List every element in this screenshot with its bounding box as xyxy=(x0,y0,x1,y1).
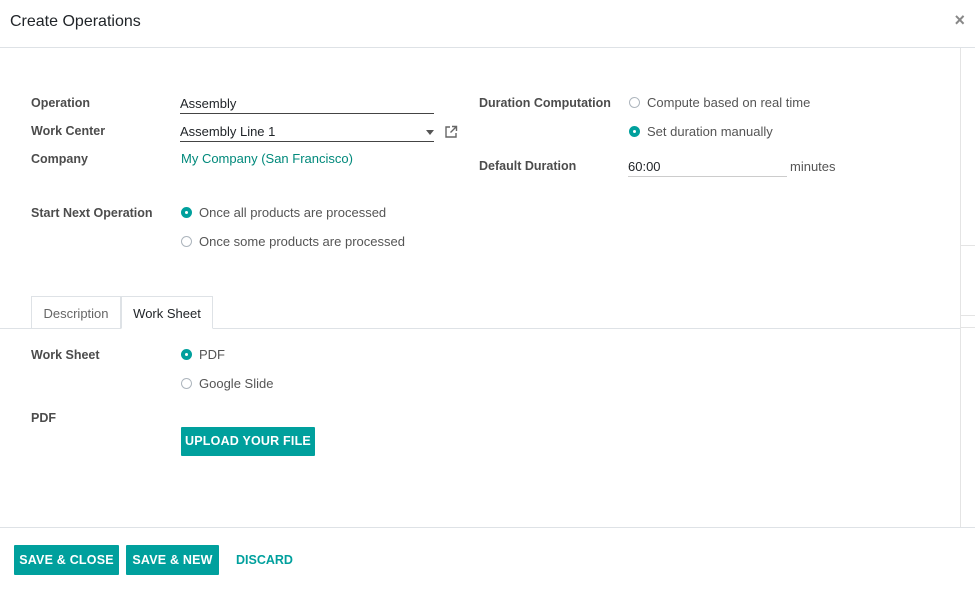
chevron-down-icon[interactable] xyxy=(426,130,434,135)
radio-label: Compute based on real time xyxy=(647,95,811,110)
start-next-operation-label: Start Next Operation xyxy=(31,206,153,220)
radio-checked-icon xyxy=(181,207,192,218)
radio-label: Google Slide xyxy=(199,376,274,391)
discard-button[interactable]: DISCARD xyxy=(236,553,293,567)
dialog-title: Create Operations xyxy=(10,13,141,30)
default-duration-input[interactable]: 60:00 xyxy=(628,157,787,177)
work-center-label: Work Center xyxy=(31,124,106,138)
radio-all-products[interactable]: Once all products are processed xyxy=(181,205,386,220)
radio-label: PDF xyxy=(199,347,225,362)
work-center-select[interactable]: Assembly Line 1 xyxy=(180,122,434,142)
radio-unchecked-icon xyxy=(181,236,192,247)
radio-compute-real-time[interactable]: Compute based on real time xyxy=(629,95,810,110)
scrollbar-mark xyxy=(961,245,975,246)
radio-checked-icon xyxy=(629,126,640,137)
radio-unchecked-icon xyxy=(181,378,192,389)
scrollbar[interactable] xyxy=(960,48,975,527)
close-icon[interactable]: × xyxy=(954,11,965,29)
tab-description[interactable]: Description xyxy=(31,296,121,329)
radio-some-products[interactable]: Once some products are processed xyxy=(181,234,405,249)
radio-label: Once some products are processed xyxy=(199,234,405,249)
radio-google-slide[interactable]: Google Slide xyxy=(181,376,273,391)
duration-computation-label: Duration Computation xyxy=(479,96,611,110)
operation-input[interactable]: Assembly xyxy=(180,94,434,114)
external-link-icon[interactable] xyxy=(444,125,458,139)
operation-label: Operation xyxy=(31,96,91,110)
radio-pdf[interactable]: PDF xyxy=(181,347,225,362)
upload-file-button[interactable]: UPLOAD YOUR FILE xyxy=(181,427,315,456)
scrollbar-mark xyxy=(961,327,975,328)
scrollbar-mark xyxy=(961,315,975,316)
radio-label: Set duration manually xyxy=(647,124,773,139)
radio-label: Once all products are processed xyxy=(199,205,387,220)
company-label: Company xyxy=(31,152,88,166)
pdf-label: PDF xyxy=(31,411,56,425)
save-close-button[interactable]: SAVE & CLOSE xyxy=(14,545,119,575)
duration-unit: minutes xyxy=(790,159,836,174)
company-link[interactable]: My Company (San Francisco) xyxy=(181,151,353,166)
radio-checked-icon xyxy=(181,349,192,360)
dialog-footer: SAVE & CLOSE SAVE & NEW DISCARD xyxy=(0,527,975,595)
default-duration-label: Default Duration xyxy=(479,159,577,173)
save-new-button[interactable]: SAVE & NEW xyxy=(126,545,219,575)
work-sheet-label: Work Sheet xyxy=(31,348,100,362)
radio-set-manually[interactable]: Set duration manually xyxy=(629,124,773,139)
radio-unchecked-icon xyxy=(629,97,640,108)
tab-work-sheet[interactable]: Work Sheet xyxy=(121,296,213,329)
dialog-header: Create Operations × xyxy=(0,0,975,48)
